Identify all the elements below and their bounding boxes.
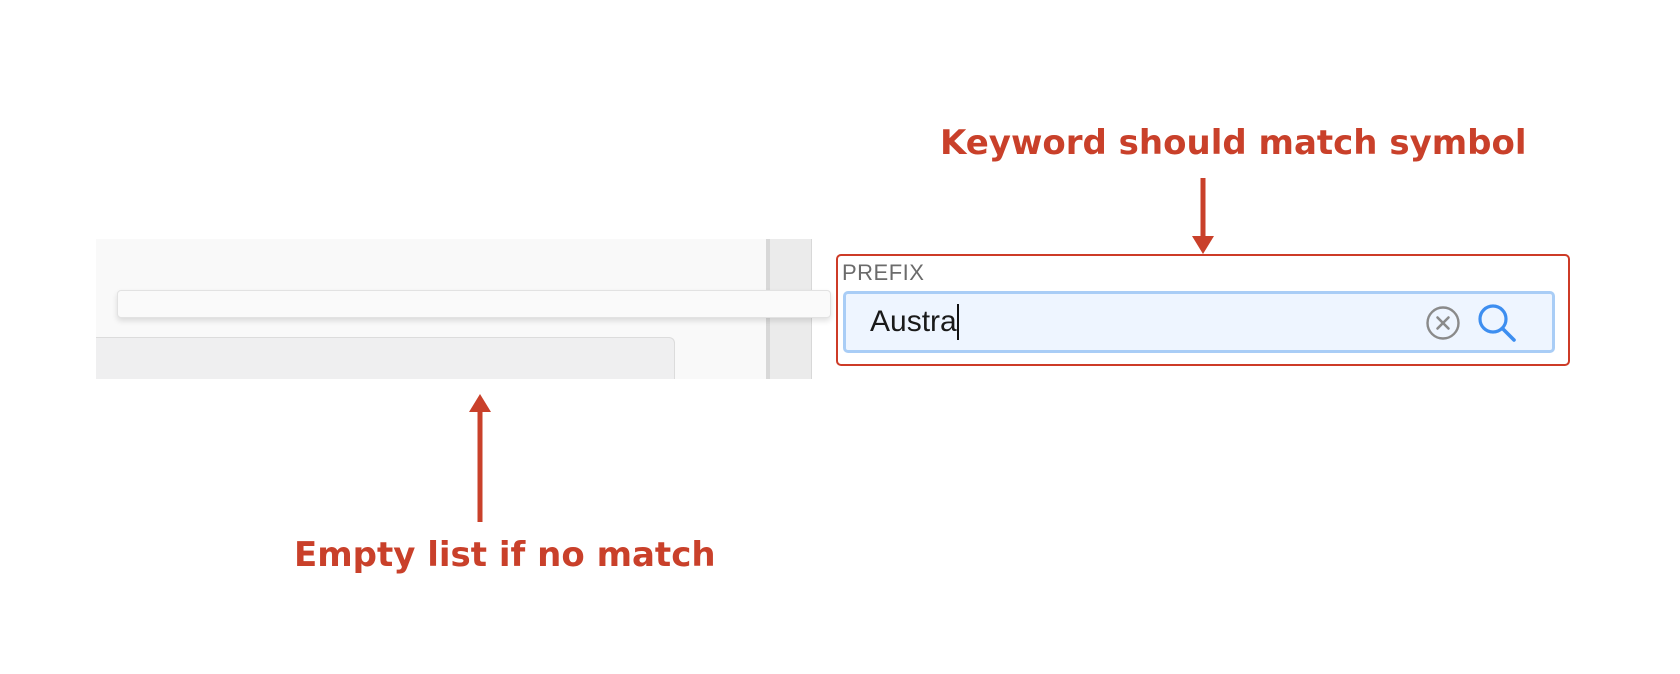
clear-circle-x-icon[interactable]	[1426, 306, 1460, 340]
search-input[interactable]: Austra	[870, 302, 1410, 342]
magnifier-icon[interactable]	[1476, 302, 1518, 344]
empty-list-row	[96, 337, 675, 379]
text-caret	[956, 304, 959, 340]
prefix-search-panel: PREFIX Austra	[836, 254, 1570, 366]
suggestion-dropdown-empty	[117, 290, 831, 318]
stage: Keyword should match symbol PREFIX Austr…	[0, 0, 1680, 674]
prefix-label: PREFIX	[842, 260, 925, 285]
annotation-arrow-up	[469, 394, 491, 522]
annotation-keyword-match: Keyword should match symbol	[940, 123, 1527, 163]
search-box[interactable]: Austra	[843, 291, 1555, 353]
annotation-empty-list: Empty list if no match	[294, 535, 716, 575]
search-input-value: Austra	[870, 305, 957, 338]
annotation-arrow-down	[1192, 178, 1214, 254]
